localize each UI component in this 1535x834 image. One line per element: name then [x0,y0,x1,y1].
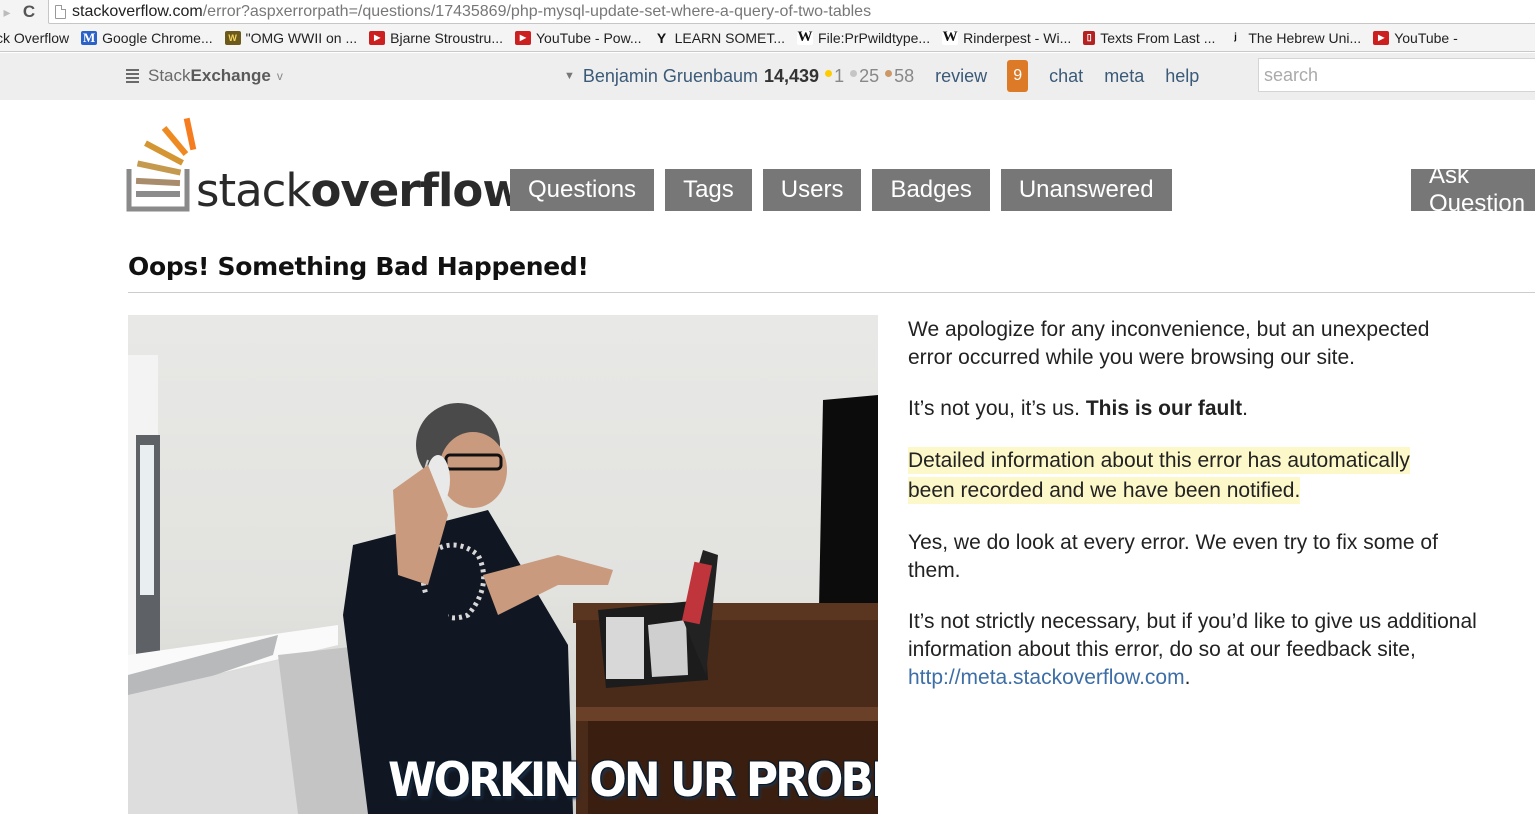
chat-link[interactable]: chat [1049,66,1083,87]
fault-paragraph: It’s not you, it’s us. This is our fault… [908,397,1249,420]
bookmark[interactable]: W Rinderpest - Wi... [942,29,1072,46]
review-count-badge[interactable]: 9 [1007,60,1029,92]
stackexchange-icon [126,69,139,83]
url-host: stackoverflow.com [72,2,203,20]
gold-badge-count: 1 [834,65,845,86]
youtube-icon: ▶ [1373,30,1390,45]
ycombinator-icon: Y [656,29,667,46]
youtube-icon: ▶ [514,30,531,45]
nav-badges[interactable]: Badges [872,169,990,211]
bookmark-label: File:PrPwildtype... [818,29,931,46]
bookmark[interactable]: W "OMG WWII on ... [224,29,358,46]
feedback-paragraph: It’s not strictly necessary, but if you’… [908,610,1477,689]
huji-icon: ʲ [1234,29,1237,46]
meta-link[interactable]: meta [1104,66,1144,87]
title-divider [128,292,1535,293]
ask-question-button[interactable]: Ask Question [1411,162,1535,217]
bookmark-label: ck Overflow [0,29,70,46]
gmail-m-icon: M [81,29,98,45]
fault-emphasis: This is our fault [1085,397,1243,420]
silver-badge-icon [850,69,858,77]
bookmark[interactable]: ▶ YouTube - Pow... [514,29,642,46]
nav-unanswered[interactable]: Unanswered [1000,169,1172,211]
youtube-icon: ▶ [369,30,386,45]
bookmark-label: YouTube - [1394,29,1458,46]
user-profile-link[interactable]: Benjamin Gruenbaum [583,66,758,87]
stackexchange-topbar: StackExchange v ▼ Benjamin Gruenbaum 14,… [0,53,1535,100]
url-path: /error?aspxerrorpath=/questions/17435869… [202,2,872,20]
tfln-icon: ▯ [1083,30,1096,45]
bookmark-label: Texts From Last ... [1100,29,1216,46]
nav-users[interactable]: Users [762,169,862,211]
bookmark-label: Bjarne Stroustru... [390,29,503,46]
stackexchange-brand: StackExchange [148,66,271,85]
wikipedia-icon: W [797,29,814,45]
bookmark[interactable]: W File:PrPwildtype... [797,29,931,46]
page-title: Oops! Something Bad Happened! [128,252,589,281]
wikipedia-icon: W [942,29,959,45]
error-message: We apologize for any inconvenience, but … [908,316,1478,715]
bookmark[interactable]: Y LEARN SOMET... [654,30,785,46]
bookmark[interactable]: ʲ The Hebrew Uni... [1227,30,1361,46]
browser-toolbar: ▸ C stackoverflow.com/error?aspxerrorpat… [0,0,1535,24]
bookmark-label: "OMG WWII on ... [245,29,358,46]
highlighted-notice: Detailed information about this error ha… [908,447,1410,504]
user-area: ▼ Benjamin Gruenbaum 14,439 1 25 58 revi… [564,60,1199,92]
fix-paragraph: Yes, we do look at every error. We even … [908,531,1438,582]
bookmark-label: Rinderpest - Wi... [963,29,1072,46]
address-bar-input[interactable]: stackoverflow.com/error?aspxerrorpath=/q… [48,0,1535,24]
stackexchange-menu[interactable]: StackExchange v [126,66,283,86]
bookmark[interactable]: ▶ Bjarne Stroustru... [369,30,503,46]
bronze-badge-icon [885,69,893,77]
chevron-down-icon: v [276,69,283,83]
review-link[interactable]: review [935,66,987,87]
bookmark-label: Google Chrome... [102,29,213,46]
forward-icon[interactable]: ▸ [0,2,14,22]
bookmark[interactable]: M Google Chrome... [81,30,213,46]
main-nav: Questions Tags Users Badges Unanswered [510,169,1183,211]
search-input[interactable] [1258,58,1535,92]
reload-icon[interactable]: C [20,2,38,22]
stackoverflow-wordmark[interactable]: stackoverflow [196,164,524,217]
bookmark-label: YouTube - Pow... [535,29,642,46]
silver-badge-count: 25 [859,65,880,86]
bookmark[interactable]: ck Overflow [0,30,69,46]
bookmark-label: The Hebrew Uni... [1248,29,1362,46]
bookmark[interactable]: ▶ YouTube - [1373,30,1458,46]
reputation: 14,439 [764,65,820,86]
bronze-badge-count: 58 [894,65,915,86]
nav-questions[interactable]: Questions [510,169,655,211]
help-link[interactable]: help [1165,66,1199,87]
omg-icon: W [224,30,241,45]
bookmark-label: LEARN SOMET... [674,29,786,46]
bookmarks-bar: ck Overflow M Google Chrome... W "OMG WWII… [0,24,1535,52]
gold-badge-icon [825,69,833,77]
error-image: WORKIN ON UR PROBLEMZ [128,315,878,814]
nav-tags[interactable]: Tags [665,169,752,211]
page-icon [55,4,66,19]
caret-down-icon[interactable]: ▼ [564,70,575,82]
image-caption: WORKIN ON UR PROBLEMZ [388,752,878,809]
bookmark[interactable]: ▯ Texts From Last ... [1083,30,1215,46]
apology-paragraph: We apologize for any inconvenience, but … [908,318,1430,369]
notified-paragraph: Detailed information about this error ha… [908,446,1453,506]
error-photo-illustration [128,355,878,814]
meta-feedback-link[interactable]: http://meta.stackoverflow.com [908,666,1185,689]
